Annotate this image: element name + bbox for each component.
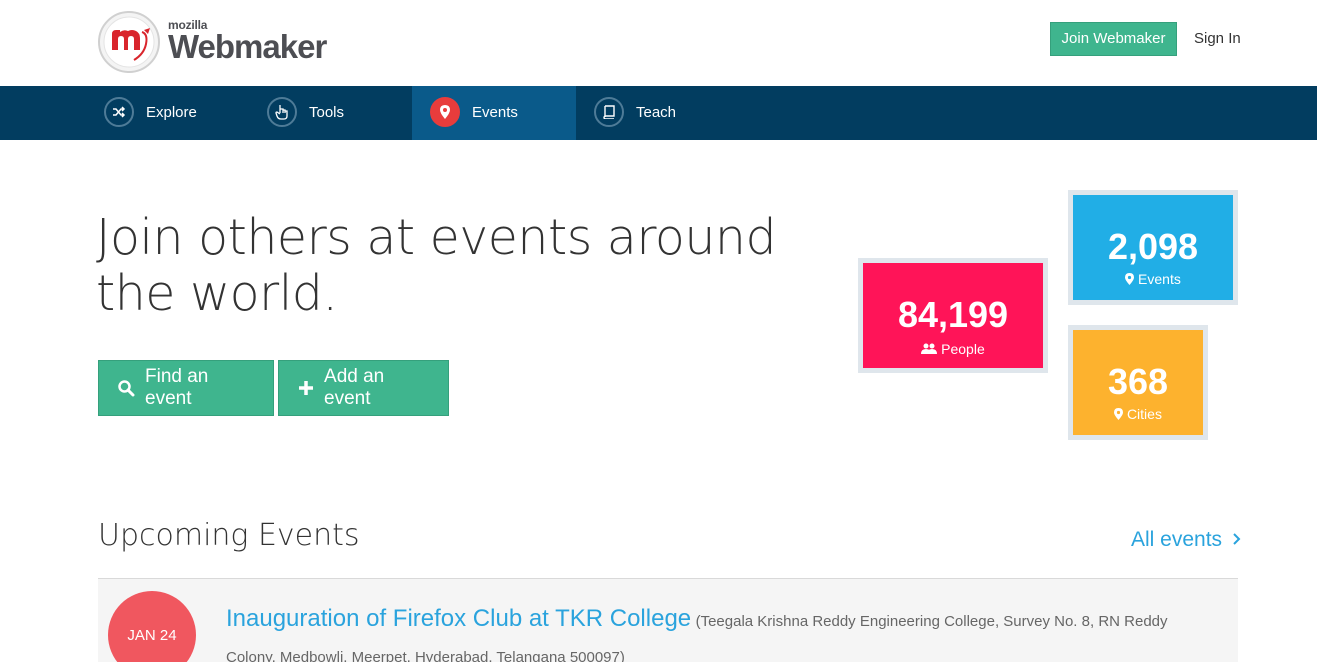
map-pin-icon — [430, 97, 460, 127]
sign-in-link[interactable]: Sign In — [1194, 28, 1241, 50]
nav-label-tools: Tools — [309, 104, 345, 121]
nav-label-events: Events — [472, 104, 518, 121]
all-events-label: All events — [1131, 528, 1223, 551]
nav-label-teach: Teach — [636, 104, 677, 121]
webmaker-m-icon — [98, 11, 160, 73]
nav-item-tools[interactable]: Tools — [261, 86, 425, 140]
nav-item-teach[interactable]: Teach — [588, 86, 752, 140]
stat-events-label: Events — [1138, 271, 1181, 287]
nav-item-events[interactable]: Events — [412, 86, 576, 140]
join-webmaker-button[interactable]: Join Webmaker — [1050, 22, 1177, 56]
add-event-label: Add an event — [324, 366, 385, 409]
hero-heading-line-1: Join others at events around — [96, 209, 777, 266]
all-events-link[interactable]: All events — [1131, 528, 1242, 552]
chevron-right-icon — [1233, 533, 1241, 545]
event-title-link[interactable]: Inauguration of Firefox Club at TKR Coll… — [226, 605, 691, 632]
event-date-badge: JAN 24 — [108, 591, 196, 662]
stat-card-events: 2,098 Events — [1068, 190, 1238, 305]
stat-people-value: 84,199 — [897, 294, 1009, 335]
event-details: Inauguration of Firefox Club at TKR Coll… — [226, 601, 1216, 662]
stat-cities-value: 368 — [1107, 361, 1169, 402]
stat-card-cities: 368 Cities — [1068, 325, 1208, 440]
upcoming-events-heading: Upcoming Events — [98, 518, 360, 553]
stat-people-label: People — [941, 341, 985, 357]
site-header: mozilla Webmaker Join Webmaker Sign In — [0, 0, 1317, 86]
pointer-hand-icon — [267, 97, 297, 127]
event-list-item: JAN 24 Inauguration of Firefox Club at T… — [98, 579, 1238, 662]
map-pin-icon — [1114, 408, 1124, 420]
stat-events-caption: Events — [1073, 271, 1233, 287]
book-icon — [594, 97, 624, 127]
stat-cities-caption: Cities — [1073, 406, 1203, 422]
nav-item-explore[interactable]: Explore — [98, 86, 262, 140]
main-nav: Explore Tools Events Teach — [0, 86, 1317, 140]
nav-label-explore: Explore — [146, 104, 197, 121]
stat-people-caption: People — [863, 341, 1043, 357]
webmaker-logo[interactable]: mozilla Webmaker — [98, 8, 338, 74]
users-icon — [921, 343, 938, 354]
shuffle-icon — [104, 97, 134, 127]
find-event-label: Find an event — [145, 366, 209, 409]
logo-webmaker-text: Webmaker — [168, 28, 327, 65]
find-event-button[interactable]: Find an event — [98, 360, 274, 416]
plus-icon — [297, 379, 314, 397]
stat-events-value: 2,098 — [1107, 226, 1199, 267]
add-event-button[interactable]: Add an event — [278, 360, 449, 416]
stat-cities-label: Cities — [1126, 406, 1162, 422]
search-icon — [117, 379, 135, 397]
stat-card-people: 84,199 People — [858, 258, 1048, 373]
hero-heading-line-2: the world. — [96, 265, 338, 322]
hero-heading: Join others at events around the world. — [96, 210, 796, 322]
map-pin-icon — [1125, 273, 1135, 285]
